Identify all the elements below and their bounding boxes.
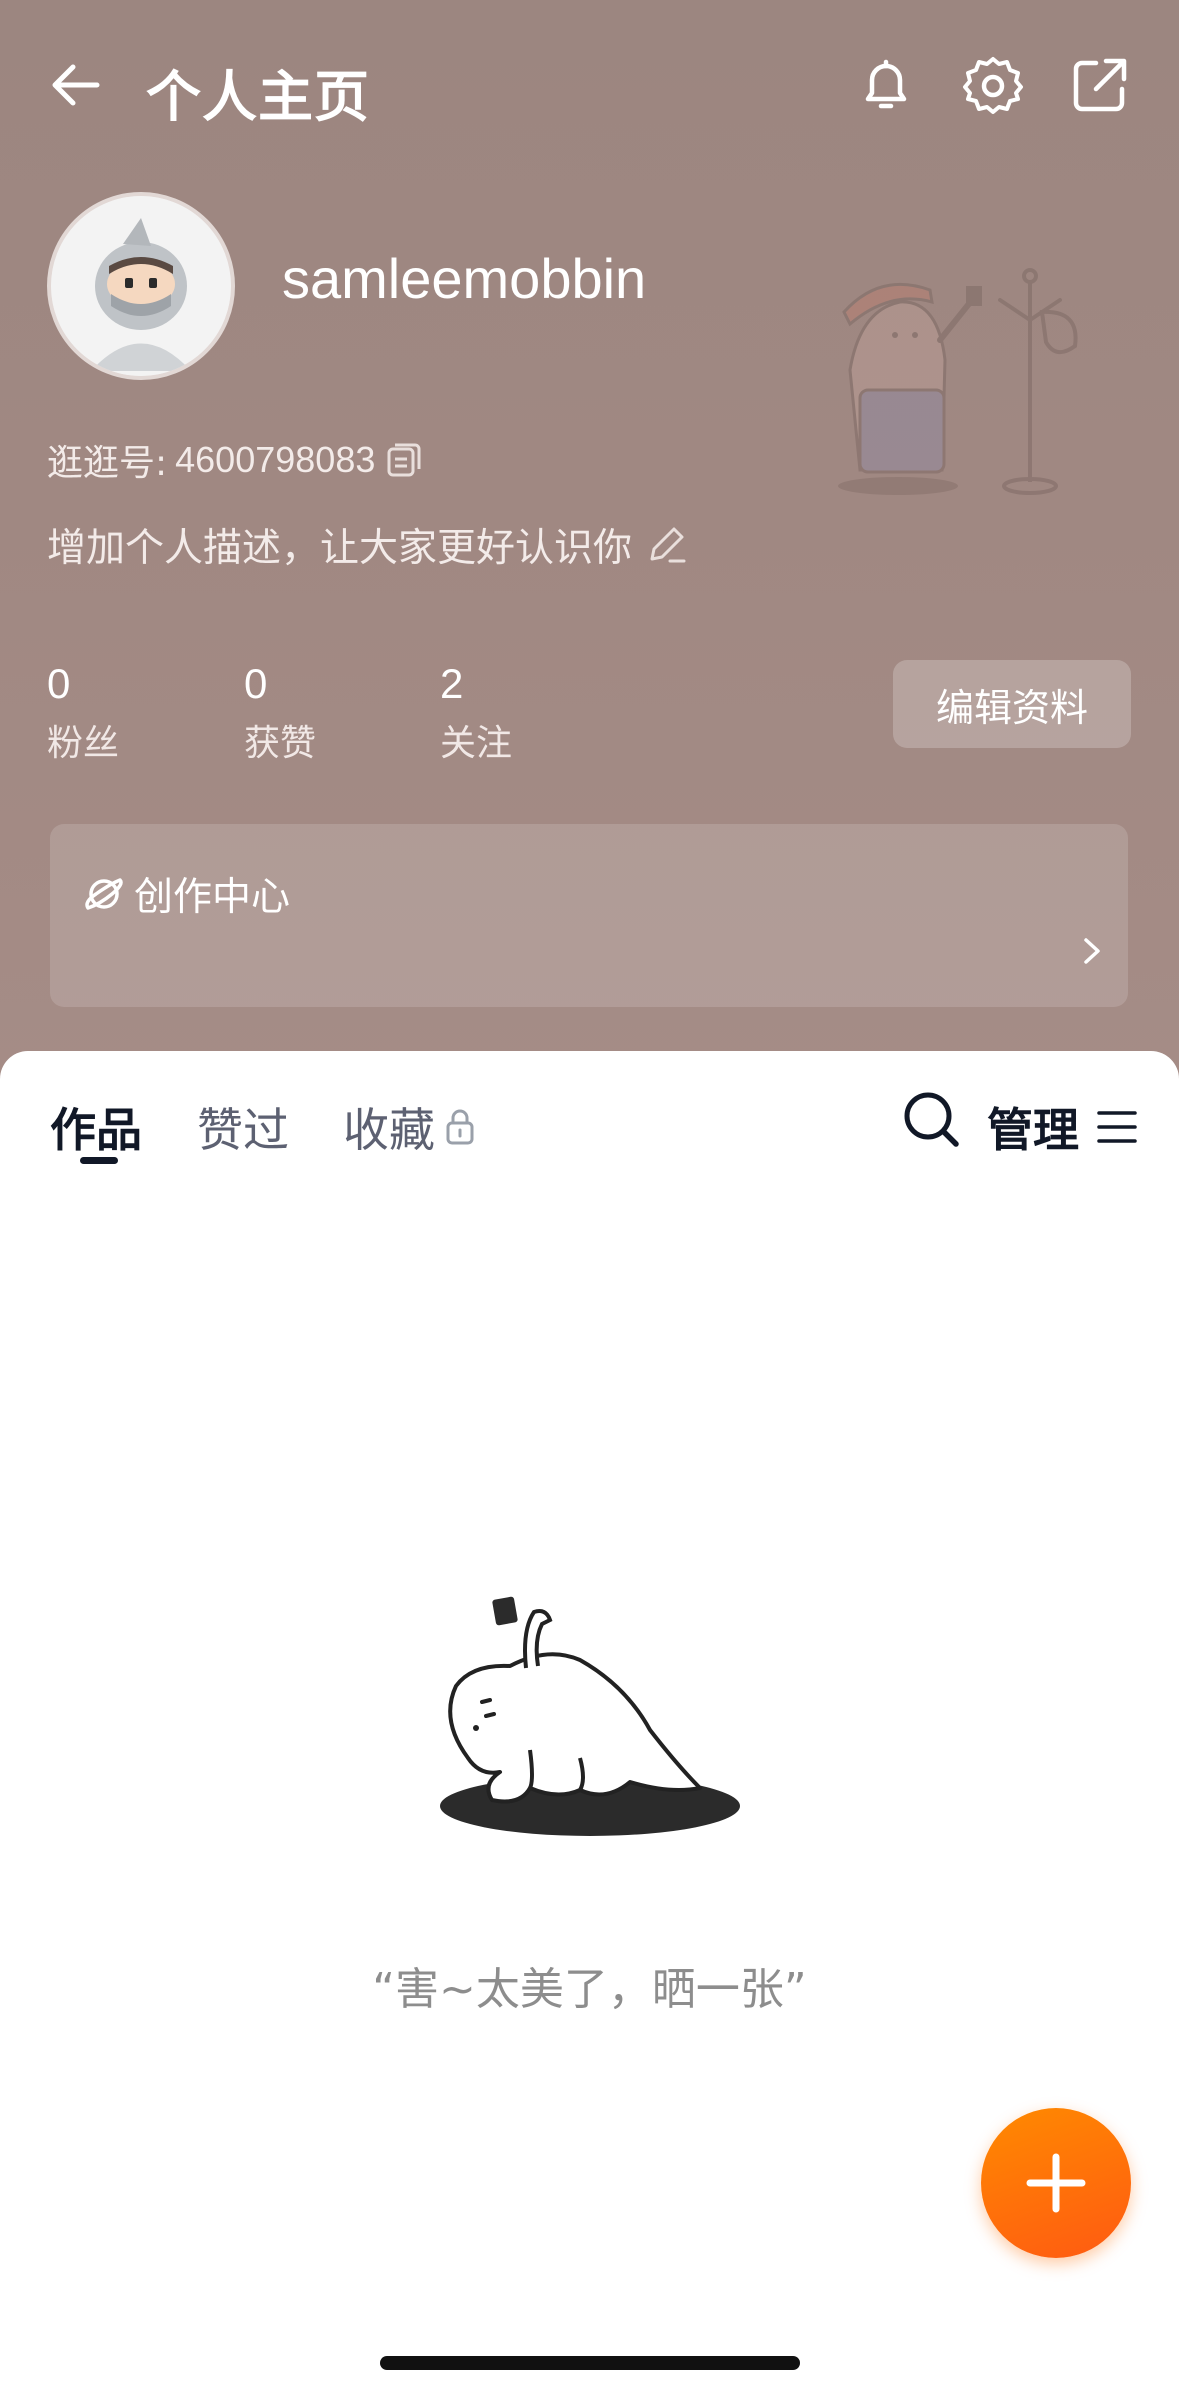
chevron-right-icon <box>1084 938 1100 964</box>
tab-favorites[interactable]: 收藏 <box>343 1094 479 1160</box>
share-icon <box>1073 58 1127 112</box>
edit-profile-button[interactable]: 编辑资料 <box>893 660 1131 748</box>
copy-icon[interactable] <box>383 439 425 481</box>
manage-label: 管理 <box>987 1103 1079 1157</box>
stat-following-value: 2 <box>440 660 464 707</box>
user-id-value: 4600798083 <box>175 439 376 480</box>
stat-following[interactable]: 2 关注 <box>440 660 512 766</box>
active-tab-indicator <box>80 1157 118 1164</box>
edit-pencil-icon <box>650 527 686 563</box>
avatar[interactable] <box>47 192 235 380</box>
bell-icon <box>865 59 907 109</box>
home-indicator <box>380 2356 800 2370</box>
planet-icon <box>85 878 123 910</box>
stat-followers-label: 粉丝 <box>47 723 120 764</box>
creator-center-title-row: 创作中心 <box>82 866 290 922</box>
back-arrow-icon <box>52 64 100 106</box>
profile-description: 增加个人描述，让大家更好认识你 <box>47 526 633 571</box>
avatar-character-icon <box>51 196 231 376</box>
stat-likes[interactable]: 0 获赞 <box>244 660 316 766</box>
share-button[interactable] <box>1060 45 1140 125</box>
stat-followers[interactable]: 0 粉丝 <box>47 660 119 766</box>
search-button[interactable] <box>892 1080 972 1160</box>
lock-icon <box>446 1109 474 1145</box>
create-post-fab[interactable] <box>981 2108 1131 2258</box>
tab-favorites-label: 收藏 <box>343 1103 435 1157</box>
profile-description-row[interactable]: 增加个人描述，让大家更好认识你 <box>47 517 688 573</box>
creator-center-card[interactable]: 创作中心 <box>50 824 1128 1007</box>
notifications-button[interactable] <box>846 45 926 125</box>
empty-state-text: “害~太美了，晒一张” <box>372 1964 807 2015</box>
manage-button[interactable]: 管理 <box>987 1094 1139 1160</box>
gear-icon <box>963 57 1023 114</box>
user-id-label: 逛逛号: <box>47 443 168 484</box>
stat-following-label: 关注 <box>440 723 513 764</box>
tab-liked[interactable]: 赞过 <box>197 1094 289 1160</box>
search-icon <box>904 1092 959 1147</box>
character-with-coat-rack-icon <box>838 268 1078 495</box>
menu-lines-icon <box>1097 1111 1137 1143</box>
stat-likes-value: 0 <box>244 660 268 707</box>
username: samleemobbin <box>282 247 647 310</box>
header-illustration <box>820 260 1090 504</box>
seal-character-icon <box>440 1596 740 1836</box>
back-button[interactable] <box>35 45 115 125</box>
creator-center-label: 创作中心 <box>134 875 291 920</box>
tab-works[interactable]: 作品 <box>50 1094 142 1160</box>
stat-likes-label: 获赞 <box>244 723 317 764</box>
settings-button[interactable] <box>953 45 1033 125</box>
empty-state-illustration <box>430 1590 750 1844</box>
stat-followers-value: 0 <box>47 660 71 707</box>
plus-icon <box>1026 2153 1086 2213</box>
user-id-row: 逛逛号: 4600798083 <box>47 434 425 486</box>
page-title: 个人主页 <box>146 65 371 129</box>
